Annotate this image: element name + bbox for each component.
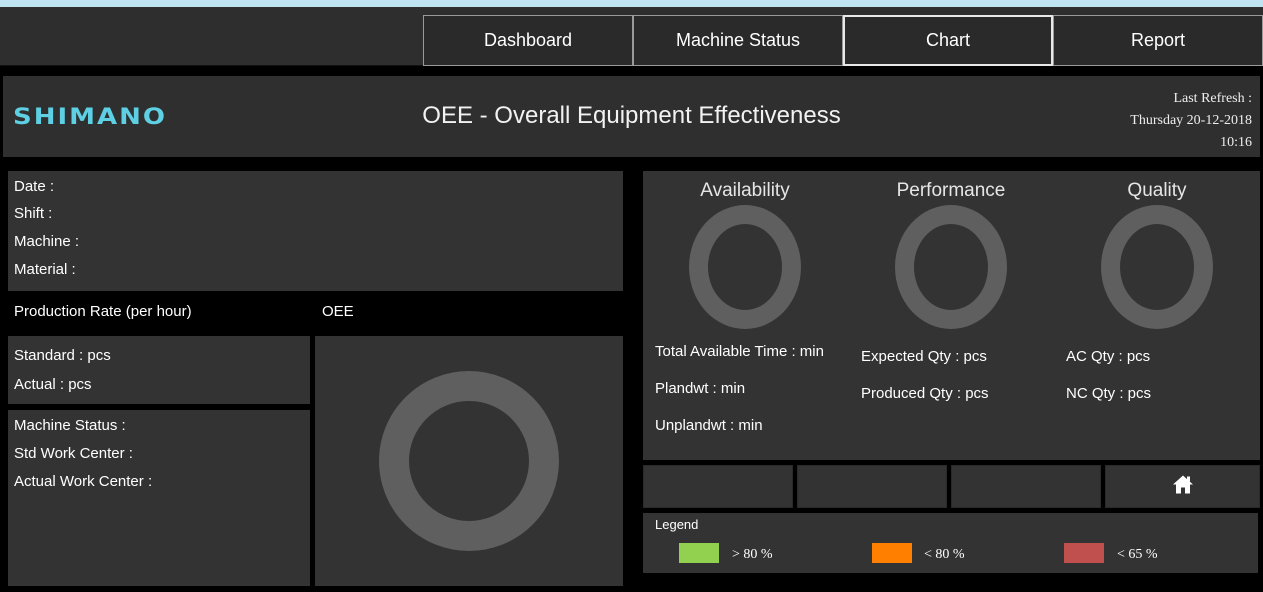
- action-button-3[interactable]: [951, 465, 1101, 508]
- legend-swatch-green: [679, 543, 719, 563]
- std-work-center-label: Std Work Center :: [14, 445, 133, 462]
- action-button-2[interactable]: [797, 465, 947, 508]
- legend-title: Legend: [655, 517, 699, 532]
- produced-qty-label: Produced Qty : pcs: [861, 385, 989, 402]
- nav-bar: Dashboard Machine Status Chart Report: [0, 7, 1263, 66]
- availability-donut: [688, 204, 802, 330]
- expected-qty-label: Expected Qty : pcs: [861, 348, 987, 365]
- header: SHIMANO OEE - Overall Equipment Effectiv…: [3, 76, 1260, 157]
- last-refresh-date: Thursday 20-12-2018: [1130, 113, 1252, 128]
- info-panel: Date : Shift : Machine : Material :: [8, 171, 623, 291]
- availability-donut-ring: [689, 205, 801, 329]
- window-top-strip: [0, 0, 1263, 7]
- plandwt-label: Plandwt : min: [655, 380, 746, 397]
- date-label: Date :: [14, 178, 55, 195]
- material-label: Material :: [14, 261, 76, 278]
- oee-heading: OEE: [322, 303, 354, 320]
- home-button[interactable]: [1105, 465, 1260, 508]
- performance-donut: [894, 204, 1008, 330]
- performance-title: Performance: [896, 180, 1006, 201]
- last-refresh-label: Last Refresh :: [1173, 91, 1252, 106]
- legend-label-below-65: < 65 %: [1117, 547, 1158, 562]
- availability-title: Availability: [700, 180, 790, 201]
- quality-title: Quality: [1127, 180, 1187, 201]
- legend-label-above-80: > 80 %: [732, 547, 773, 562]
- actual-label: Actual : pcs: [14, 376, 92, 393]
- legend-panel: Legend > 80 % < 80 % < 65 %: [643, 513, 1258, 573]
- nav-machine-status-button[interactable]: Machine Status: [633, 15, 843, 66]
- oee-gauge-panel: [315, 336, 623, 586]
- quality-donut-ring: [1101, 205, 1213, 329]
- last-refresh-time: 10:16: [1220, 135, 1252, 150]
- machine-status-label: Machine Status :: [14, 417, 126, 434]
- ac-qty-label: AC Qty : pcs: [1066, 348, 1151, 365]
- legend-swatch-orange: [872, 543, 912, 563]
- oee-donut-ring: [379, 371, 559, 551]
- total-available-time-label: Total Available Time : min: [655, 343, 824, 360]
- standard-label: Standard : pcs: [14, 347, 111, 364]
- quality-donut: [1100, 204, 1214, 330]
- page-title: OEE - Overall Equipment Effectiveness: [422, 102, 841, 129]
- actual-work-center-label: Actual Work Center :: [14, 473, 153, 490]
- production-qty-panel: Standard : pcs Actual : pcs: [8, 336, 310, 404]
- machine-label: Machine :: [14, 233, 80, 250]
- machine-status-panel: Machine Status : Std Work Center : Actua…: [8, 410, 310, 586]
- nav-dashboard-button[interactable]: Dashboard: [423, 15, 633, 66]
- legend-swatch-red: [1064, 543, 1104, 563]
- shift-label: Shift :: [14, 205, 53, 222]
- shimano-logo: SHIMANO: [13, 104, 168, 130]
- last-refresh: Last Refresh : Thursday 20-12-2018 10:16: [1130, 88, 1252, 154]
- nc-qty-label: NC Qty : pcs: [1066, 385, 1152, 402]
- nav-report-button[interactable]: Report: [1053, 15, 1263, 66]
- legend-label-below-80: < 80 %: [924, 547, 965, 562]
- production-rate-heading: Production Rate (per hour): [14, 303, 192, 320]
- nav-chart-button[interactable]: Chart: [843, 15, 1053, 66]
- home-icon: [1172, 474, 1194, 499]
- unplandwt-label: Unplandwt : min: [655, 417, 763, 434]
- action-button-1[interactable]: [643, 465, 793, 508]
- performance-donut-ring: [895, 205, 1007, 329]
- oee-donut: [315, 336, 623, 586]
